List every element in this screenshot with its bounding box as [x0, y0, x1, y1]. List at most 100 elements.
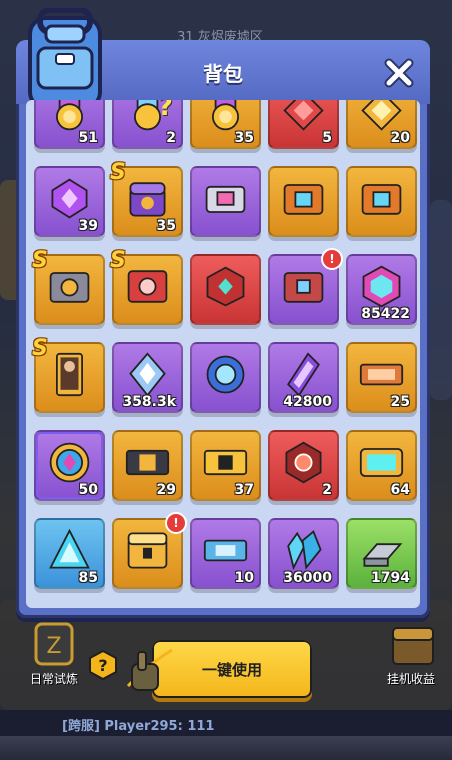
super-rare-badge: S	[110, 160, 126, 185]
crystal-shard-icon	[124, 352, 171, 397]
item-quantity: 35	[156, 218, 176, 234]
blue-crystal-cluster-icon	[280, 528, 327, 573]
red-core-icon	[280, 440, 327, 485]
inventory-item[interactable]: 10	[190, 518, 261, 589]
super-rare-badge: S	[110, 248, 126, 273]
inventory-item[interactable]: 35	[190, 100, 261, 149]
super-rare-badge: S	[32, 248, 48, 273]
hero-card-icon	[46, 352, 93, 397]
new-item-alert-badge: !	[165, 512, 187, 534]
backpack-panel: 背包 51? 2 35 5 20 39 S 35 S S! 85422 S 358.3k 42800 25 5…	[16, 7, 430, 618]
inventory-item[interactable]: 5	[268, 100, 339, 149]
item-quantity: 50	[78, 482, 98, 498]
medal-ticket-icon	[202, 100, 249, 133]
inventory-item[interactable]: 36000	[268, 518, 339, 589]
new-item-alert-badge: !	[321, 248, 343, 270]
inventory-item[interactable]: ? 2	[112, 100, 183, 149]
inventory-item[interactable]: S 35	[110, 160, 183, 237]
inventory-item[interactable]: 42800	[268, 342, 339, 413]
super-rare-badge: S	[32, 336, 48, 361]
blue-ring-icon	[202, 352, 249, 397]
inventory-item[interactable]: 1794	[346, 518, 417, 589]
inventory-item[interactable]	[190, 254, 261, 325]
purple-prism-icon	[280, 352, 327, 397]
item-quantity: 1794	[371, 570, 410, 586]
inventory-item[interactable]: 64	[346, 430, 417, 501]
inventory-item[interactable]: 85	[34, 518, 105, 589]
bottom-nav	[0, 736, 452, 760]
inventory-item[interactable]: !	[268, 248, 343, 325]
hex-crystal-icon	[358, 264, 405, 309]
inventory-item[interactable]: !	[112, 512, 187, 589]
inventory-item[interactable]	[190, 166, 261, 237]
inventory-item[interactable]: 2	[268, 430, 339, 501]
inventory-scroll-area[interactable]: 51? 2 35 5 20 39 S 35 S S! 85422 S 358.3k 42800 25 50 29…	[26, 100, 420, 608]
orange-crate-icon	[358, 176, 405, 221]
trial-icon: Z	[34, 622, 74, 666]
daily-trial-button[interactable]: Z 日常试炼	[10, 620, 98, 690]
inventory-item[interactable]: 20	[346, 100, 417, 149]
item-quantity: 85	[78, 570, 98, 586]
item-quantity: 85422	[361, 306, 410, 322]
item-quantity: 358.3k	[122, 394, 176, 410]
item-quantity: 2	[322, 482, 332, 498]
item-quantity: 20	[390, 130, 410, 146]
item-quantity: 35	[234, 130, 254, 146]
gear-crate-icon	[46, 264, 93, 309]
item-quantity: 64	[390, 482, 410, 498]
inventory-item[interactable]: 85422	[346, 254, 417, 325]
chat-bar[interactable]: [跨服] Player295: 111	[0, 710, 452, 736]
inventory-item[interactable]	[190, 342, 261, 413]
inventory-item[interactable]: 39	[34, 166, 105, 237]
close-icon	[384, 58, 414, 88]
orange-crate-icon	[280, 176, 327, 221]
red-cube-icon	[202, 264, 249, 309]
cyan-prism-icon	[46, 528, 93, 573]
ticket-card-icon	[124, 440, 171, 485]
gold-emblem-icon	[358, 100, 405, 133]
item-quantity: 42800	[283, 394, 332, 410]
inventory-grid: 51? 2 35 5 20 39 S 35 S S! 85422 S 358.3k 42800 25 50 29…	[32, 100, 417, 589]
item-quantity: 25	[390, 394, 410, 410]
inventory-item[interactable]: S	[32, 336, 105, 413]
inventory-item[interactable]: S	[110, 248, 183, 325]
chat-message: [跨服] Player295: 111	[62, 719, 215, 734]
inventory-item[interactable]: 25	[346, 342, 417, 413]
inventory-item[interactable]: 51	[34, 100, 105, 149]
daily-trial-label: 日常试炼	[29, 672, 78, 686]
medal-ticket-icon	[46, 100, 93, 133]
inventory-item[interactable]: 29	[112, 430, 183, 501]
item-quantity: 10	[234, 570, 254, 586]
inventory-item[interactable]: 37	[190, 430, 261, 501]
red-emblem-icon	[280, 100, 327, 133]
item-quantity: 39	[78, 218, 98, 234]
use-all-label: 一键使用	[201, 661, 262, 679]
help-button[interactable]: ?	[88, 649, 118, 681]
inventory-item[interactable]: 50	[34, 430, 105, 501]
idle-chest-icon	[392, 627, 434, 665]
close-button[interactable]	[382, 56, 416, 90]
inventory-item[interactable]	[346, 166, 417, 237]
use-all-button[interactable]: 一键使用	[122, 640, 312, 698]
steel-ingot-icon	[358, 528, 405, 573]
rainbow-emblem-icon	[46, 440, 93, 485]
idle-income-button[interactable]: 挂机收益	[374, 620, 448, 690]
gold-chest-icon	[124, 528, 171, 573]
gold-ticket-icon	[202, 440, 249, 485]
inventory-item[interactable]: 358.3k	[112, 342, 183, 413]
svg-text:?: ?	[98, 656, 107, 675]
svg-text:Z: Z	[46, 634, 61, 659]
mystery-mark: ?	[157, 100, 173, 122]
blue-ticket-icon	[202, 528, 249, 573]
red-speaker-crate-icon	[124, 264, 171, 309]
idle-income-label: 挂机收益	[386, 672, 435, 686]
red-chest-icon	[280, 264, 327, 309]
inventory-item[interactable]: S	[32, 248, 105, 325]
inventory-item[interactable]	[268, 166, 339, 237]
purple-gem-badge-icon	[46, 176, 93, 221]
item-quantity: 36000	[283, 570, 332, 586]
cyan-card-icon	[358, 440, 405, 485]
item-quantity: 51	[78, 130, 98, 146]
ticket-icon	[358, 352, 405, 397]
question-icon: ?	[89, 649, 117, 681]
